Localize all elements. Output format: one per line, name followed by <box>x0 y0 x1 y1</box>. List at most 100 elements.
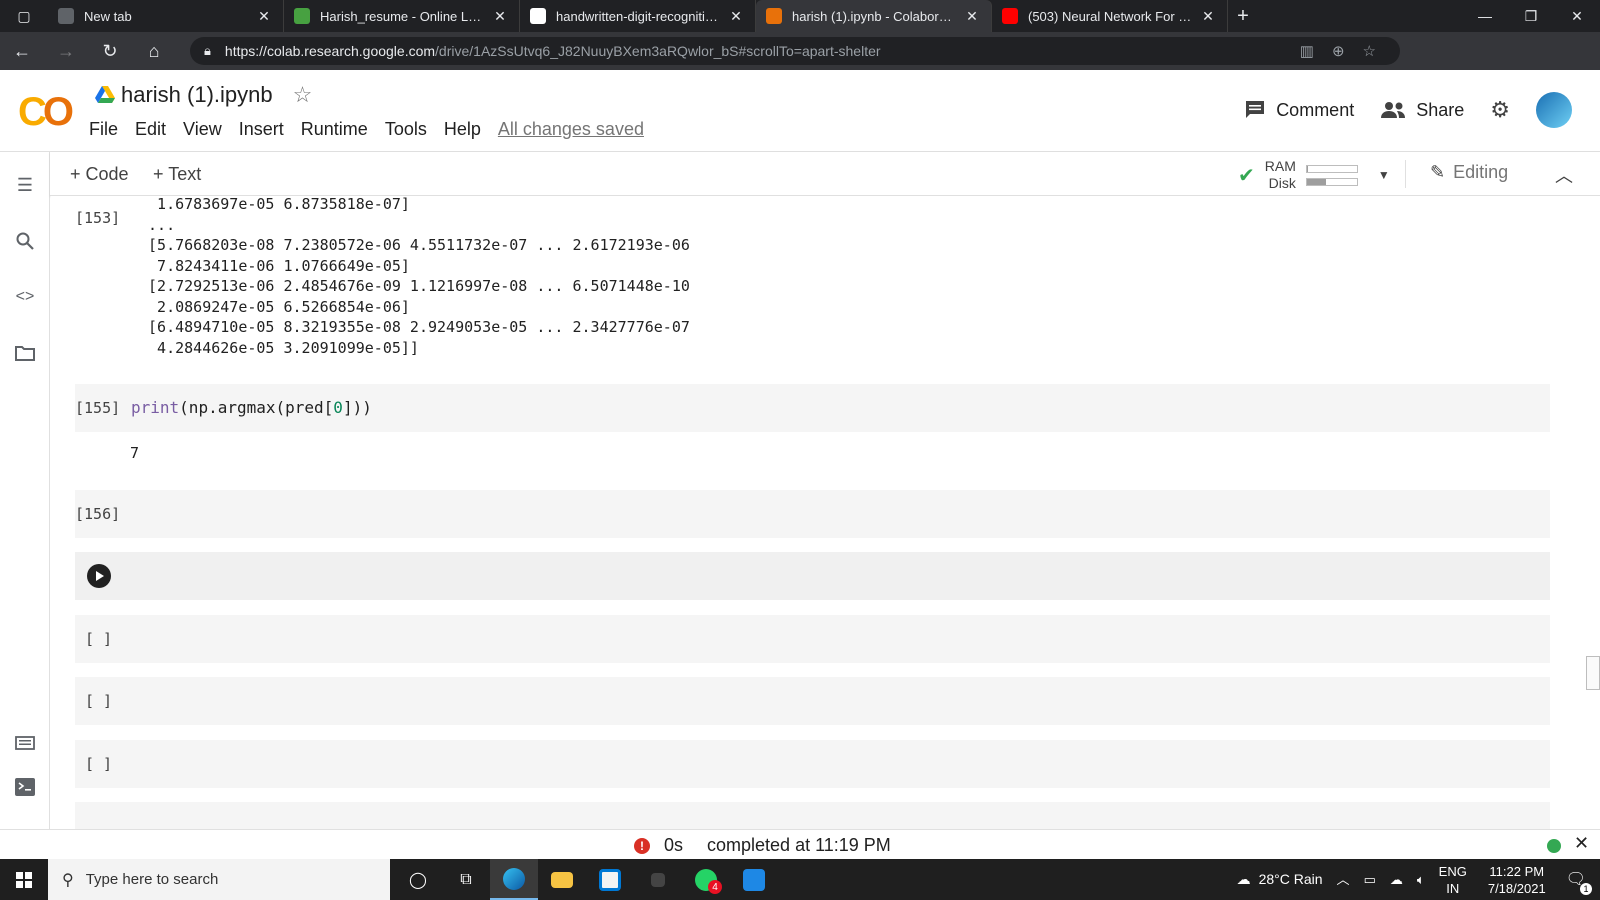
tab-close-icon[interactable]: ✕ <box>491 8 509 25</box>
add-favorite-icon[interactable]: ☆ <box>1363 42 1376 60</box>
output-line: [5.7668203e-08 7.2380572e-06 4.5511732e-… <box>139 236 690 254</box>
new-tab-button[interactable]: + <box>1228 5 1258 28</box>
back-icon[interactable]: ← <box>0 32 44 70</box>
start-button[interactable] <box>0 859 48 900</box>
edge-browser-icon[interactable] <box>490 859 538 900</box>
language-indicator[interactable]: ENG IN <box>1432 863 1474 897</box>
taskbar-search-box[interactable]: ⚲ Type here to search <box>48 859 390 900</box>
cell-output-155: 7 <box>130 444 140 462</box>
comment-icon <box>1246 101 1265 118</box>
file-explorer-icon[interactable] <box>538 859 586 900</box>
left-sidebar: ☰ <> <box>0 152 50 829</box>
share-button[interactable]: Share <box>1380 100 1464 121</box>
connected-check-icon: ✔ <box>1238 164 1255 187</box>
zoom-icon[interactable]: ⊕ <box>1332 42 1345 60</box>
user-avatar[interactable] <box>1536 92 1572 128</box>
address-bar[interactable]: 🔒︎ https://colab.research.google.com/dri… <box>190 37 1400 65</box>
menu-tools[interactable]: Tools <box>385 119 427 140</box>
menu-edit[interactable]: Edit <box>135 119 166 140</box>
browser-tab[interactable]: harish (1).ipynb - Colaboratory ✕ <box>756 0 992 32</box>
code-cell-155[interactable]: [155] print(np.argmax(pred[0])) <box>75 384 1550 432</box>
app-icon[interactable] <box>634 859 682 900</box>
forward-icon[interactable]: → <box>44 32 88 70</box>
execution-count: [ ] <box>85 692 113 710</box>
task-view-icon[interactable]: ⧉ <box>442 859 490 900</box>
scrollbar-thumb[interactable] <box>1586 656 1600 690</box>
tab-close-icon[interactable]: ✕ <box>1199 8 1217 25</box>
execution-duration: 0s <box>664 835 684 855</box>
refresh-icon[interactable]: ↻ <box>88 32 132 70</box>
weather-text: 28°C Rain <box>1258 871 1323 887</box>
show-hidden-icons-chevron-icon[interactable]: ︿ <box>1330 871 1357 888</box>
comment-button[interactable]: Comment <box>1244 100 1354 121</box>
minimize-icon[interactable]: — <box>1462 0 1508 32</box>
tab-close-icon[interactable]: ✕ <box>727 8 745 25</box>
command-palette-icon[interactable] <box>14 732 36 754</box>
editing-mode-button[interactable]: ✎ Editing <box>1430 162 1508 183</box>
menu-file[interactable]: File <box>89 119 118 140</box>
add-code-cell-button[interactable]: + Code <box>70 164 129 185</box>
chevron-up-icon[interactable]: ︿ <box>1555 162 1573 188</box>
error-icon: ! <box>634 837 650 854</box>
add-text-cell-button[interactable]: + Text <box>153 164 201 185</box>
tab-actions-icon[interactable]: ▢ <box>0 0 48 32</box>
run-cell-icon[interactable] <box>87 564 111 588</box>
star-icon[interactable]: ☆ <box>293 82 313 108</box>
status-green-dot-icon <box>1547 839 1561 853</box>
reader-mode-icon[interactable]: ▥ <box>1300 42 1314 60</box>
editing-label: Editing <box>1453 162 1509 182</box>
close-icon[interactable]: ✕ <box>1574 833 1589 854</box>
menu-view[interactable]: View <box>183 119 222 140</box>
region-code: IN <box>1446 880 1460 896</box>
browser-tab[interactable]: handwritten-digit-recognition/p ✕ <box>520 0 756 32</box>
code-cell-empty[interactable] <box>75 802 1550 829</box>
browser-tab[interactable]: (503) Neural Network For Handw ✕ <box>992 0 1228 32</box>
volume-icon[interactable]: 🔈︎ <box>1410 871 1432 888</box>
lock-icon[interactable]: 🔒︎ <box>204 43 211 59</box>
resources-indicator[interactable]: ✔ RAM Disk ▼ <box>1238 158 1390 192</box>
code-text[interactable]: print(np.argmax(pred[0])) <box>131 398 372 417</box>
tab-favicon-icon <box>1002 8 1018 24</box>
table-of-contents-icon[interactable]: ☰ <box>14 174 36 196</box>
execution-message: completed at 11:19 PM <box>707 835 891 855</box>
language-code: ENG <box>1438 863 1467 879</box>
battery-icon[interactable]: ▭ <box>1357 871 1383 888</box>
onedrive-cloud-icon[interactable]: ☁ <box>1383 871 1410 888</box>
tab-favicon-icon <box>58 8 74 24</box>
tab-close-icon[interactable]: ✕ <box>963 8 981 25</box>
chevron-down-icon[interactable]: ▼ <box>1378 168 1390 182</box>
code-snippets-icon[interactable]: <> <box>14 286 36 308</box>
notebook-title[interactable]: harish (1).ipynb <box>121 82 273 108</box>
code-cell-empty[interactable]: [ ] <box>75 677 1550 725</box>
whatsapp-icon[interactable]: 4 <box>682 859 730 900</box>
people-icon <box>1381 102 1406 118</box>
menu-help[interactable]: Help <box>444 119 481 140</box>
cortana-icon[interactable]: ◯ <box>394 859 442 900</box>
close-window-icon[interactable]: ✕ <box>1554 0 1600 32</box>
colab-logo[interactable]: CO <box>18 90 74 135</box>
photos-icon[interactable] <box>730 859 778 900</box>
browser-tab[interactable]: Harish_resume - Online LaTeX Ed ✕ <box>284 0 520 32</box>
code-cell-empty[interactable]: [ ] <box>75 740 1550 788</box>
clock[interactable]: 11:22 PM 7/18/2021 <box>1474 863 1560 897</box>
notification-center-icon[interactable]: 🗨︎ 1 <box>1560 871 1600 895</box>
settings-gear-icon[interactable]: ⚙ <box>1490 97 1510 123</box>
save-status-link[interactable]: All changes saved <box>498 119 644 140</box>
files-folder-icon[interactable] <box>14 342 36 364</box>
notebook-area: [153] 1.6783697e-05 6.8735818e-07] ... [… <box>51 196 1600 829</box>
code-cell-active[interactable] <box>75 552 1550 600</box>
tab-favicon-icon <box>530 8 546 24</box>
home-icon[interactable]: ⌂ <box>132 32 176 70</box>
code-cell-156[interactable]: [156] <box>75 490 1550 538</box>
tab-close-icon[interactable]: ✕ <box>255 8 273 25</box>
code-cell-empty[interactable]: [ ] <box>75 615 1550 663</box>
terminal-icon[interactable] <box>14 776 36 798</box>
weather-widget[interactable]: ☁ 28°C Rain <box>1230 871 1330 888</box>
restore-icon[interactable]: ❐ <box>1508 0 1554 32</box>
menu-insert[interactable]: Insert <box>239 119 284 140</box>
browser-tab[interactable]: New tab ✕ <box>48 0 284 32</box>
browser-tab-strip: ▢ New tab✕Harish_resume - Online LaTeX E… <box>0 0 1600 32</box>
search-icon[interactable] <box>14 230 36 252</box>
menu-runtime[interactable]: Runtime <box>301 119 368 140</box>
microsoft-store-icon[interactable] <box>586 859 634 900</box>
